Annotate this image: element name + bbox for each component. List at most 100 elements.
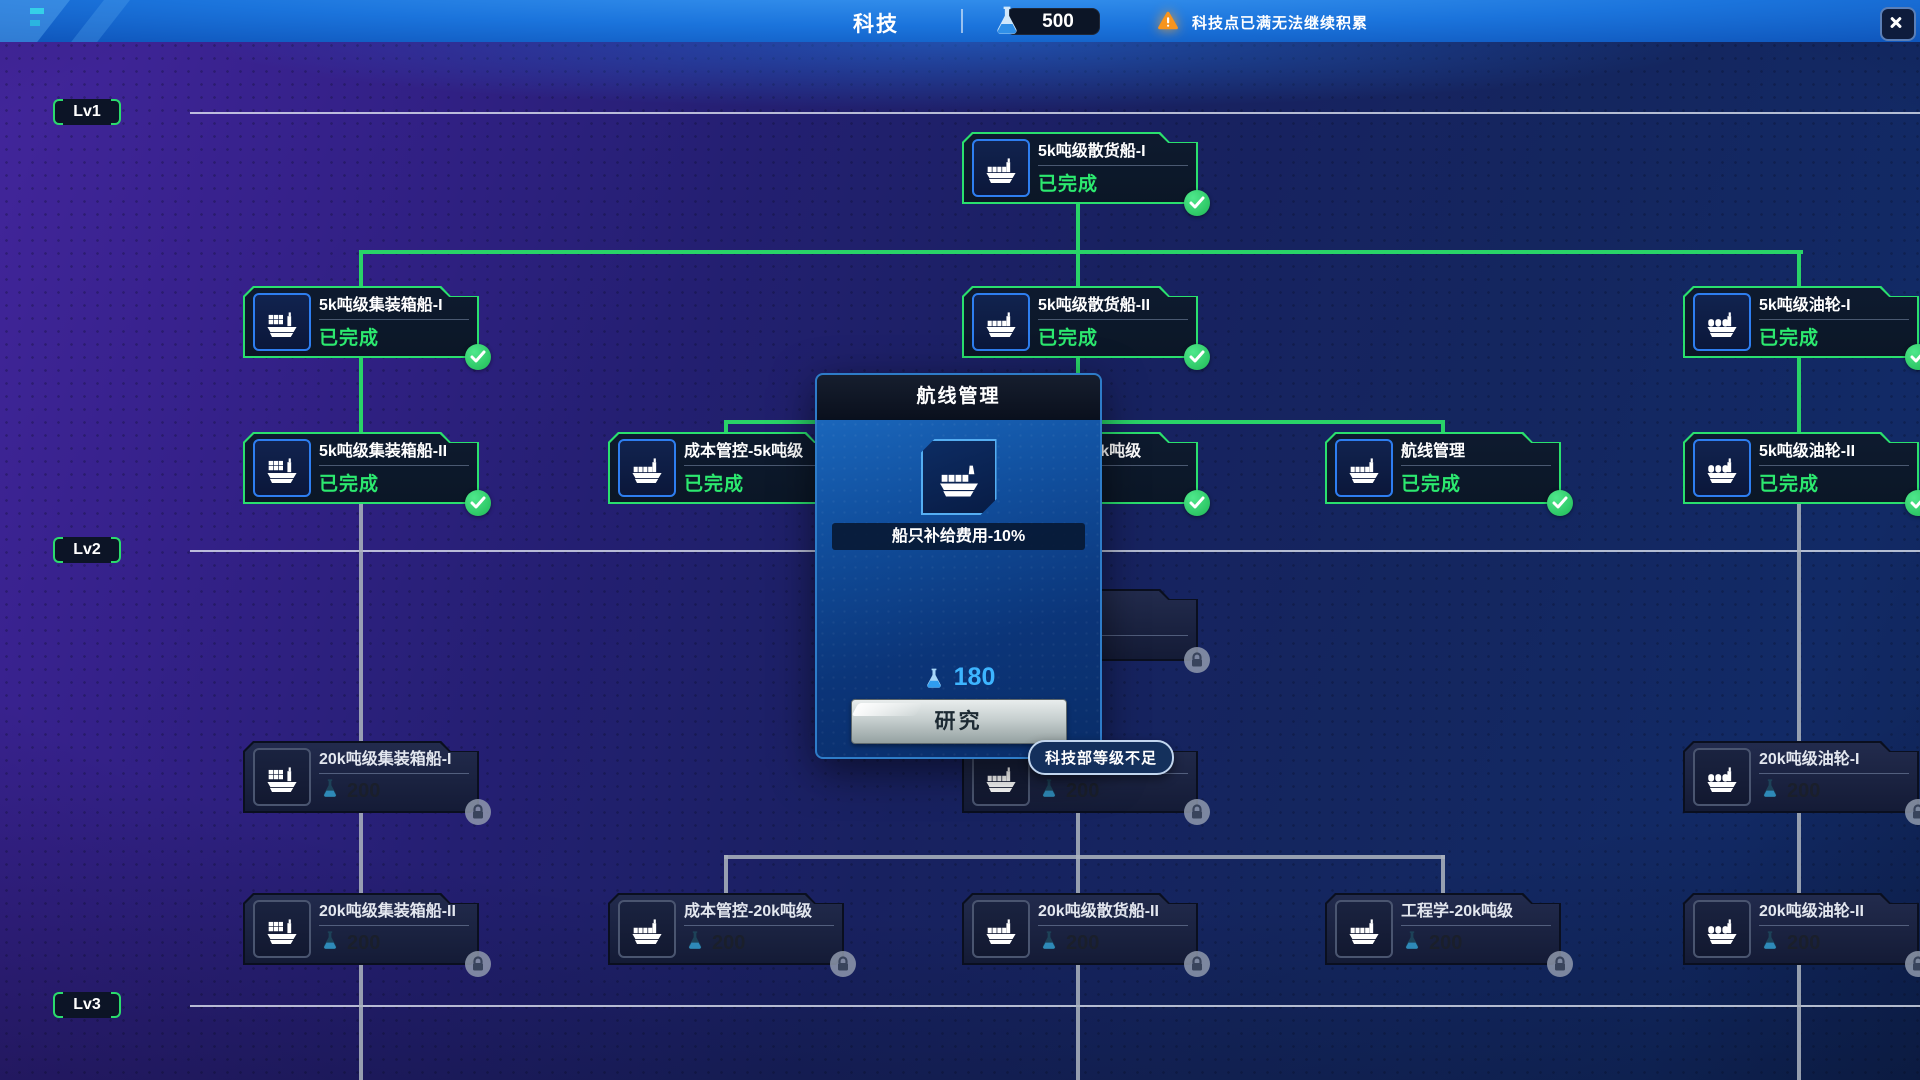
bulk-ship-icon — [1335, 900, 1393, 958]
check-icon — [1184, 190, 1210, 216]
flask-icon — [1759, 777, 1781, 805]
node-title: 20k吨级散货船-II — [1038, 901, 1188, 923]
node-divider — [1401, 925, 1551, 926]
node-status: 已完成 — [1038, 169, 1188, 196]
tech-node[interactable]: 20k吨级集装箱船-I 200 — [243, 741, 479, 813]
tech-node[interactable]: 5k吨级油轮-II已完成 — [1683, 432, 1919, 504]
level-badge: Lv2 — [55, 537, 119, 563]
container-ship-icon — [253, 900, 311, 958]
node-status: 已完成 — [1759, 469, 1909, 496]
node-divider — [1759, 773, 1909, 774]
bulk-ship-icon — [1335, 439, 1393, 497]
tech-node[interactable]: 成本管控-5k吨级已完成 — [608, 432, 844, 504]
node-divider — [1038, 165, 1188, 166]
tech-node[interactable]: 5k吨级散货船-I 已完成 — [962, 132, 1198, 204]
lock-icon — [1547, 951, 1573, 977]
check-icon — [1184, 344, 1210, 370]
node-cost-value: 200 — [1787, 780, 1820, 803]
tanker-ship-icon — [1693, 439, 1751, 497]
tech-node[interactable]: 5k吨级集装箱船-II已完成 — [243, 432, 479, 504]
node-divider — [1759, 925, 1909, 926]
node-cost: 200 — [1038, 777, 1188, 805]
node-cost-value: 200 — [1787, 932, 1820, 955]
node-cost-value: 200 — [712, 932, 745, 955]
tech-node[interactable]: 20k吨级集装箱船-II200 — [243, 893, 479, 965]
page-title: 科技 — [846, 8, 906, 38]
connector-line-locked — [1076, 813, 1080, 859]
node-divider — [684, 465, 834, 466]
node-cost: 200 — [684, 929, 834, 957]
node-divider — [1759, 465, 1909, 466]
bulk-ship-icon — [618, 900, 676, 958]
flask-icon — [684, 929, 706, 957]
node-title: 5k吨级散货船-I — [1038, 141, 1188, 163]
bulk-ship-icon — [618, 439, 676, 497]
node-title: 20k吨级集装箱船-I — [319, 749, 469, 771]
lock-icon — [465, 951, 491, 977]
tech-node[interactable]: 20k吨级油轮-II 200 — [1683, 893, 1919, 965]
node-divider — [1038, 319, 1188, 320]
lock-icon — [1184, 951, 1210, 977]
node-title: 5k吨级集装箱船-II — [319, 441, 469, 463]
node-divider — [684, 925, 834, 926]
connector-line-done — [359, 356, 363, 436]
tech-node[interactable]: 成本管控-20k吨级200 — [608, 893, 844, 965]
connector-line-locked — [724, 855, 728, 897]
level-badge: Lv3 — [55, 992, 119, 1018]
research-button[interactable]: 研究 — [851, 699, 1067, 744]
tech-node[interactable]: 5k吨级集装箱船-I已完成 — [243, 286, 479, 358]
flask-icon — [990, 3, 1024, 37]
level-rule — [190, 112, 1920, 114]
level-rule — [190, 1005, 1920, 1007]
flask-icon — [1759, 929, 1781, 957]
node-title: 20k吨级油轮-II — [1759, 901, 1909, 923]
flask-icon — [319, 929, 341, 957]
node-title: 工程学-20k吨级 — [1401, 901, 1551, 923]
node-status: 已完成 — [1038, 323, 1188, 350]
tech-points-value: 500 — [1042, 11, 1074, 32]
connector-line-locked — [1076, 855, 1080, 897]
decor-streak — [30, 8, 44, 14]
tooltip: 科技部等级不足 — [1028, 740, 1174, 775]
warning-text: 科技点已满无法继续积累 — [1192, 12, 1368, 33]
lock-icon — [1184, 799, 1210, 825]
tech-node[interactable]: 20k吨级散货船-II200 — [962, 893, 1198, 965]
connector-line-locked — [1441, 855, 1445, 897]
check-icon — [1905, 490, 1920, 516]
connector-line-done — [1076, 204, 1080, 252]
tech-node[interactable]: 工程学-20k吨级 200 — [1325, 893, 1561, 965]
connector-line-locked — [359, 965, 363, 1080]
close-button[interactable] — [1880, 7, 1916, 41]
node-cost: 200 — [319, 929, 469, 957]
connector-line-locked — [359, 813, 363, 897]
node-cost-value: 200 — [1066, 780, 1099, 803]
popup-cost: 180 — [817, 663, 1100, 692]
check-icon — [1547, 490, 1573, 516]
tech-node[interactable]: 20k吨级油轮-I200 — [1683, 741, 1919, 813]
connector-line-locked — [359, 504, 363, 744]
lock-icon — [1905, 951, 1920, 977]
tech-node[interactable]: 5k吨级散货船-II已完成 — [962, 286, 1198, 358]
bulk-ship-icon — [972, 293, 1030, 351]
warning-icon — [1156, 9, 1180, 33]
node-divider — [1759, 319, 1909, 320]
research-popup: 航线管理 船只补给费用-10% 180 研究 — [815, 373, 1102, 759]
tech-node[interactable]: 航线管理已完成 — [1325, 432, 1561, 504]
flask-icon — [1038, 777, 1060, 805]
topbar: 科技 500 科技点已满无法继续积累 — [0, 0, 1920, 42]
node-cost: 200 — [319, 777, 469, 805]
check-icon — [465, 490, 491, 516]
node-title: 成本管控-5k吨级 — [684, 441, 834, 463]
tech-node[interactable]: 5k吨级油轮-I已完成 — [1683, 286, 1919, 358]
node-cost-value: 200 — [1429, 932, 1462, 955]
container-ship-icon — [253, 293, 311, 351]
lock-icon — [830, 951, 856, 977]
connector-line-locked — [1797, 504, 1801, 744]
tanker-ship-icon — [1693, 900, 1751, 958]
lock-icon — [1184, 647, 1210, 673]
tanker-ship-icon — [1693, 293, 1751, 351]
connector-line-locked — [1797, 813, 1801, 897]
decor-streak — [68, 0, 130, 42]
connector-line-locked — [1076, 965, 1080, 1080]
tech-tree-screen: 科技 500 科技点已满无法继续积累 Lv1Lv2Lv35k吨级散货船-I已完成… — [0, 0, 1920, 1080]
